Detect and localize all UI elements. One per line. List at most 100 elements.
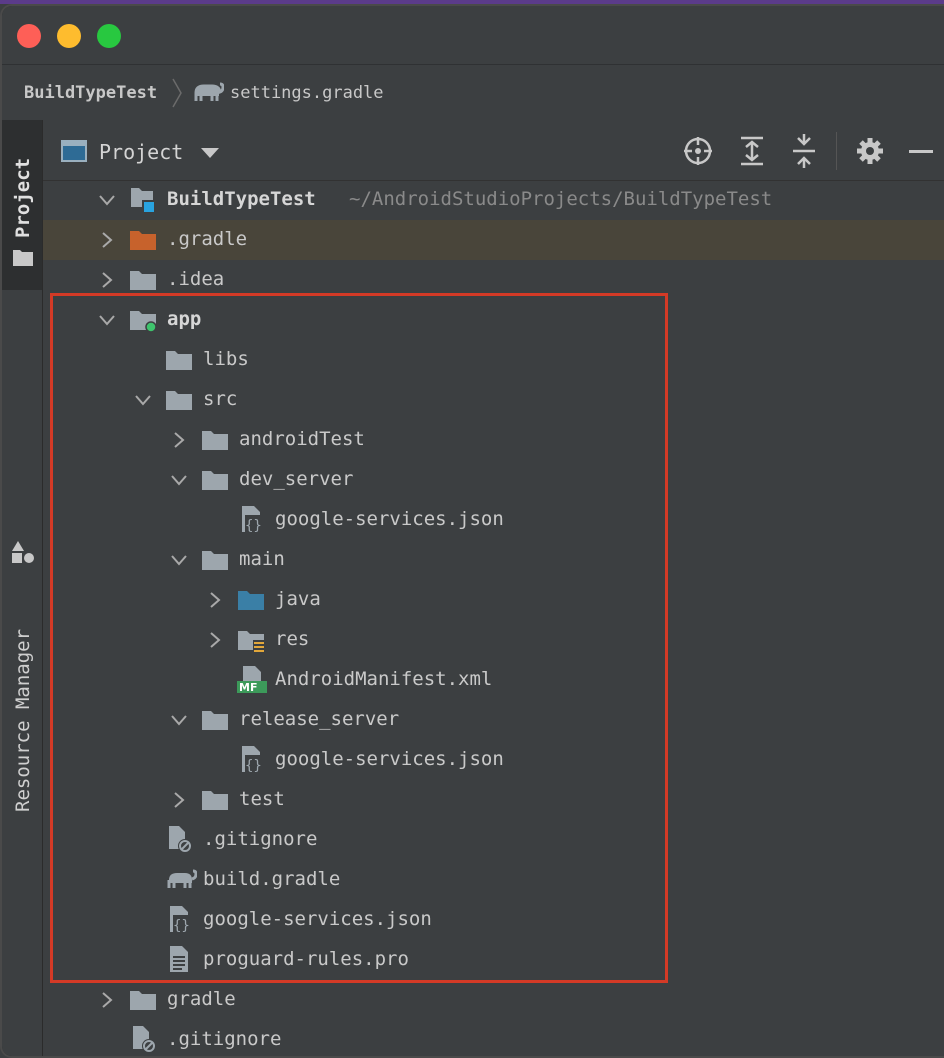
hide-panel-icon[interactable] xyxy=(909,150,933,153)
breadcrumb-file[interactable]: settings.gradle xyxy=(230,83,384,103)
tree-row[interactable]: main xyxy=(43,540,944,580)
chevron-right-icon[interactable] xyxy=(99,992,115,1008)
tree-row[interactable]: src xyxy=(43,380,944,420)
tree-row[interactable]: app xyxy=(43,300,944,340)
svg-text:{}: {} xyxy=(245,518,262,533)
tree-item-label: .gradle xyxy=(167,228,248,250)
json-file-icon: {} xyxy=(237,505,265,534)
folder-icon xyxy=(201,548,229,572)
chevron-right-icon[interactable] xyxy=(99,272,115,288)
tree-item-label: dev_server xyxy=(239,468,354,490)
tree-row[interactable]: test xyxy=(43,780,944,820)
chevron-down-icon[interactable] xyxy=(171,712,187,728)
tree-item-label: androidTest xyxy=(239,428,365,450)
tree-row[interactable]: gradle xyxy=(43,980,944,1020)
chevron-down-icon[interactable] xyxy=(99,192,115,208)
tree-row[interactable]: proguard-rules.pro xyxy=(43,940,944,980)
gear-icon[interactable] xyxy=(853,134,887,168)
tree-row[interactable]: {} google-services.json xyxy=(43,900,944,940)
json-file-icon: {} xyxy=(237,745,265,774)
chevron-down-icon[interactable] xyxy=(135,392,151,408)
chevron-down-icon[interactable] xyxy=(99,312,115,328)
tree-row[interactable]: libs xyxy=(43,340,944,380)
tree-row[interactable]: .gradle xyxy=(43,220,944,260)
tree-row[interactable]: {} google-services.json xyxy=(43,500,944,540)
breadcrumb-project[interactable]: BuildTypeTest xyxy=(24,83,157,103)
text-file-icon xyxy=(165,945,193,972)
minimize-window-button[interactable] xyxy=(57,24,81,48)
tree-row[interactable]: build.gradle xyxy=(43,860,944,900)
gradle-elephant-icon xyxy=(194,82,224,101)
tree-item-label: release_server xyxy=(239,708,400,730)
zoom-window-button[interactable] xyxy=(97,24,121,48)
chevron-right-icon[interactable] xyxy=(207,632,223,648)
tree-item-label: .gitignore xyxy=(203,828,318,850)
tree-row[interactable]: release_server xyxy=(43,700,944,740)
select-opened-file-icon[interactable] xyxy=(681,134,715,168)
tree-item-label: java xyxy=(275,588,321,610)
tree-row[interactable]: androidTest xyxy=(43,420,944,460)
navigation-bar: BuildTypeTest settings.gradle xyxy=(2,64,944,122)
tree-row[interactable]: MF AndroidManifest.xml xyxy=(43,660,944,700)
svg-text:{}: {} xyxy=(173,918,190,933)
project-tool-tab[interactable]: Project xyxy=(2,120,42,290)
manifest-file-icon: MF xyxy=(237,665,267,694)
tree-item-label: build.gradle xyxy=(203,868,341,890)
tree-item-label: test xyxy=(239,788,285,810)
json-file-icon: {} xyxy=(165,905,193,934)
folder-icon xyxy=(129,988,157,1012)
folder-icon xyxy=(129,268,157,292)
tree-row[interactable]: .idea xyxy=(43,260,944,300)
chevron-down-icon[interactable] xyxy=(171,472,187,488)
resource-manager-tab-label: Resource Manager xyxy=(12,628,34,812)
tree-item-label: AndroidManifest.xml xyxy=(275,668,493,690)
project-root-icon xyxy=(129,185,157,212)
project-view-icon xyxy=(61,140,87,162)
tool-window-strip: Project Resource Manager xyxy=(2,120,43,1056)
ide-window: BuildTypeTest settings.gradle Project Re… xyxy=(0,4,944,1058)
title-bar xyxy=(2,6,944,64)
tree-item-label: .gitignore xyxy=(167,1028,282,1050)
chevron-right-icon[interactable] xyxy=(207,592,223,608)
folder-icon xyxy=(201,788,229,812)
project-path: ~/AndroidStudioProjects/BuildTypeTest xyxy=(349,188,773,210)
tree-row[interactable]: .gitignore xyxy=(43,1020,944,1056)
view-selector-label[interactable]: Project xyxy=(99,140,183,164)
gradle-elephant-icon xyxy=(165,868,198,892)
folder-icon xyxy=(201,428,229,452)
tree-item-label: .idea xyxy=(167,268,225,290)
tree-row[interactable]: res xyxy=(43,620,944,660)
resources-folder-icon xyxy=(237,628,265,652)
tree-row[interactable]: .gitignore xyxy=(43,820,944,860)
tree-item-label: google-services.json xyxy=(275,748,504,770)
tree-item-label: main xyxy=(239,548,285,570)
tree-item-label: google-services.json xyxy=(275,508,504,530)
tree-item-label: gradle xyxy=(167,988,236,1010)
tree-item-label: libs xyxy=(203,348,249,370)
project-tab-label: Project xyxy=(12,157,34,238)
tree-row[interactable]: BuildTypeTest ~/AndroidStudioProjects/Bui… xyxy=(43,180,944,220)
tree-row[interactable]: {} google-services.json xyxy=(43,740,944,780)
svg-text:MF: MF xyxy=(239,681,257,693)
project-panel: Project BuildTypeTest ~/AndroidStudioPro… xyxy=(43,120,944,1056)
source-folder-icon xyxy=(237,588,265,612)
chevron-down-icon[interactable] xyxy=(201,148,219,158)
module-folder-icon xyxy=(129,308,157,333)
chevron-right-icon[interactable] xyxy=(171,432,187,448)
chevron-down-icon[interactable] xyxy=(171,552,187,568)
collapse-all-icon[interactable] xyxy=(787,134,821,168)
tree-item-label: res xyxy=(275,628,310,650)
expand-all-icon[interactable] xyxy=(735,134,769,168)
tree-row[interactable]: dev_server xyxy=(43,460,944,500)
close-window-button[interactable] xyxy=(17,24,41,48)
tree-row[interactable]: java xyxy=(43,580,944,620)
breadcrumb-separator-icon xyxy=(172,78,182,108)
resource-manager-tab[interactable]: Resource Manager xyxy=(2,290,42,812)
folder-icon xyxy=(201,468,229,492)
folder-icon xyxy=(201,708,229,732)
project-toolbar: Project xyxy=(43,120,944,181)
chevron-right-icon[interactable] xyxy=(171,792,187,808)
folder-icon xyxy=(165,388,193,412)
chevron-right-icon[interactable] xyxy=(99,232,115,248)
excluded-folder-icon xyxy=(129,228,157,252)
